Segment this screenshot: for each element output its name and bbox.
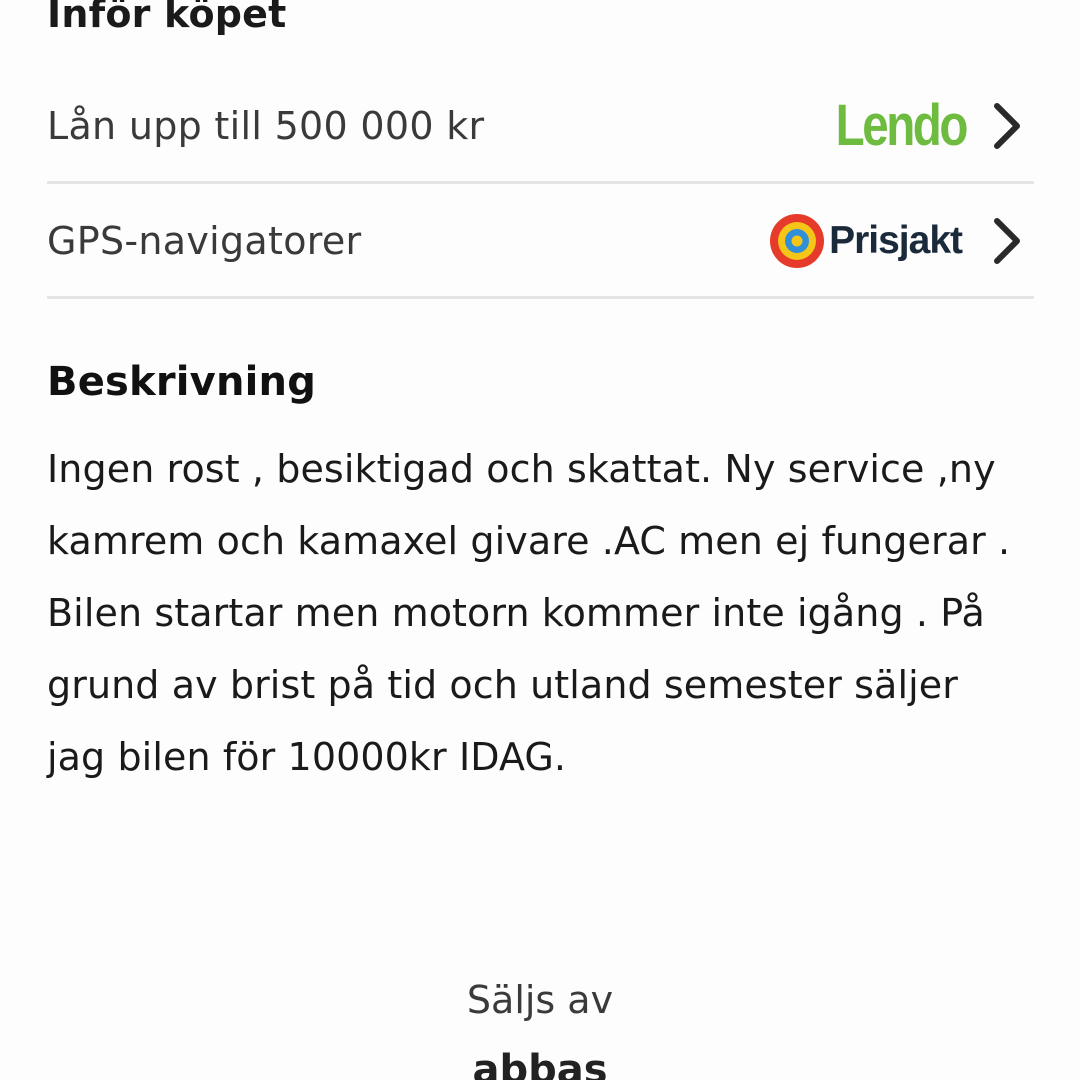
description-line: grund av brist på tid och utland semeste… (47, 663, 958, 707)
description-line: kamrem och kamaxel givare .AC men ej fun… (47, 519, 1011, 563)
gps-row-label: GPS-navigatorer (47, 218, 362, 263)
description-line: jag bilen för 10000kr IDAG. (47, 735, 567, 779)
listing-page: Inför köpet Lån upp till 500 000 kr Lend… (0, 0, 1080, 1080)
target-icon (770, 213, 825, 268)
loan-row-label: Lån upp till 500 000 kr (47, 103, 485, 148)
seller-label: Säljs av (466, 978, 614, 1022)
prisjakt-wordmark: Prisjakt (829, 219, 963, 262)
description-line: Bilen startar men motorn kommer inte igå… (47, 591, 985, 635)
chevron-right-icon (994, 217, 1020, 264)
loan-row[interactable]: Lån upp till 500 000 kr Lendo (47, 70, 1034, 184)
description-line: Ingen rost , besiktigad och skattat. Ny … (47, 447, 996, 491)
loan-row-right: Lendo (807, 92, 1034, 158)
gps-row-right: Prisjakt (769, 213, 1034, 269)
description-title: Beskrivning (47, 359, 317, 405)
section-title-before-purchase: Inför köpet (47, 0, 287, 36)
seller-name[interactable]: abbas (0, 1040, 1080, 1080)
description-text: Ingen rost , besiktigad och skattat. Ny … (47, 433, 1047, 793)
chevron-right-icon (994, 102, 1020, 149)
gps-row[interactable]: GPS-navigatorer Prisjakt (47, 185, 1034, 299)
prisjakt-logo: Prisjakt (769, 213, 963, 269)
lendo-logo: Lendo (835, 92, 969, 158)
